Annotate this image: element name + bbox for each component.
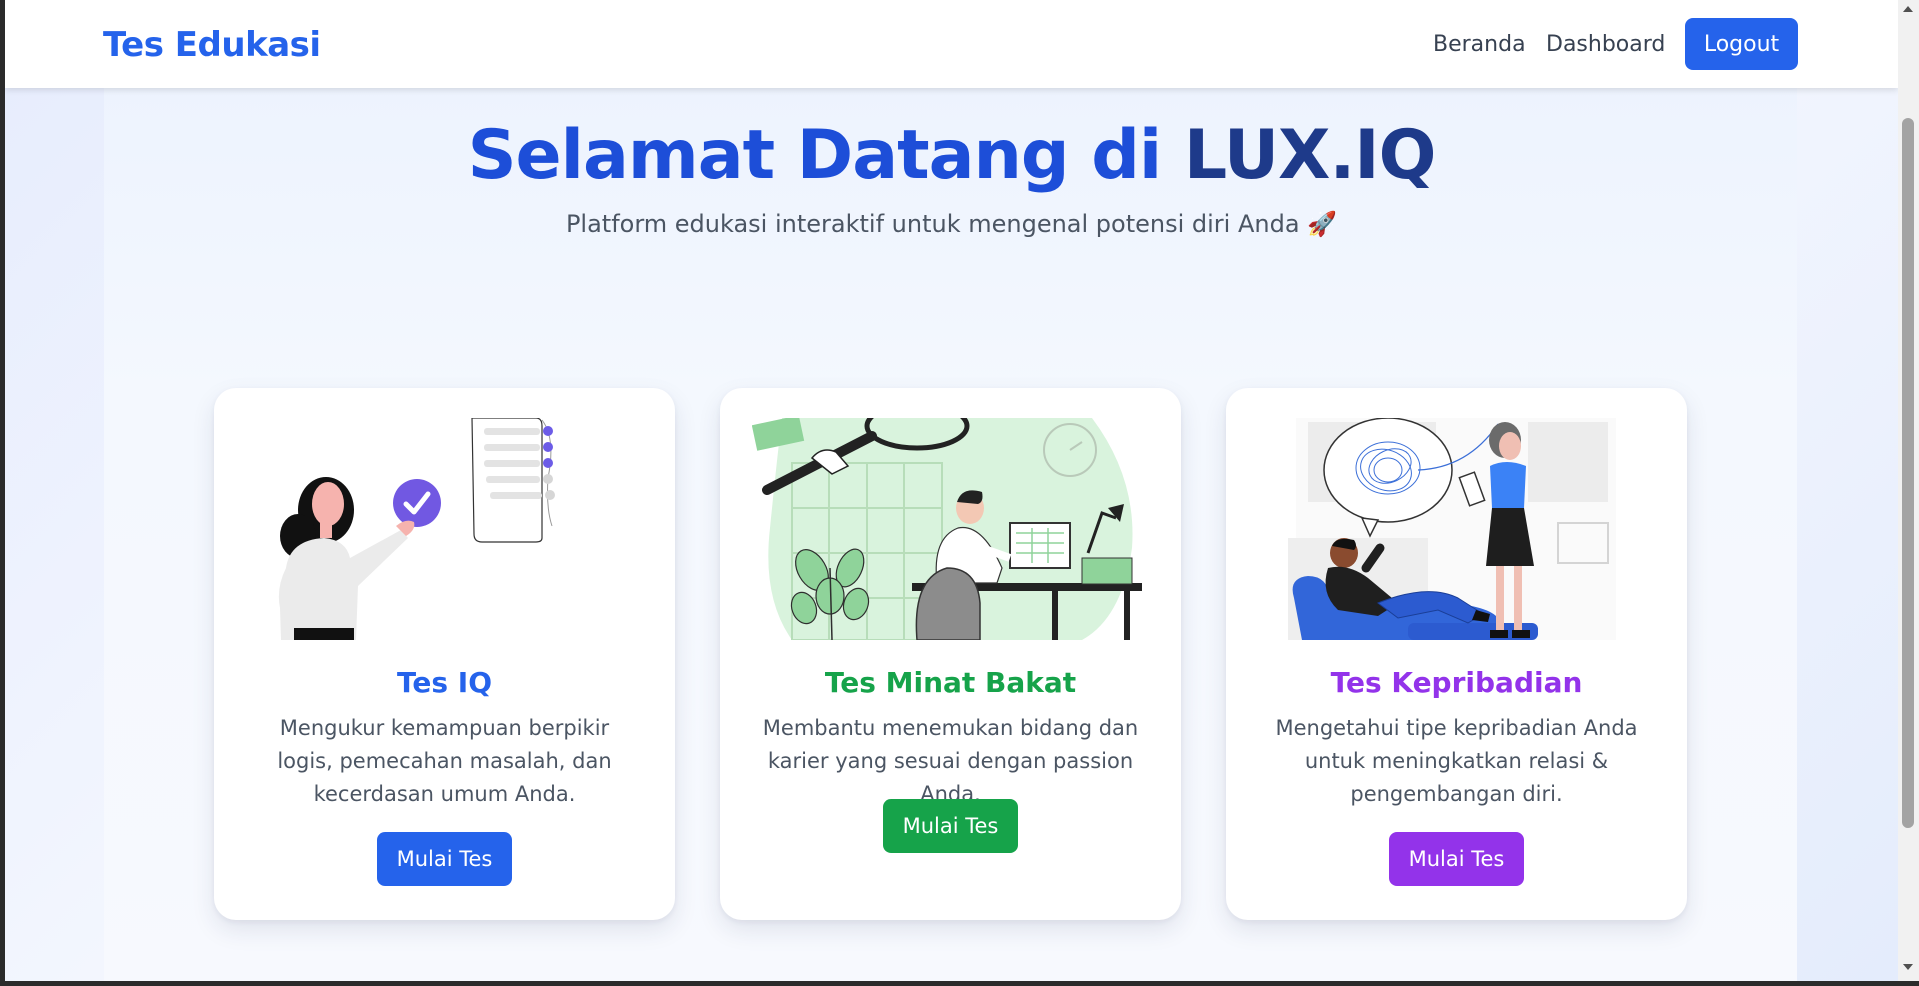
nav-link-beranda[interactable]: Beranda (1433, 32, 1526, 57)
personality-illustration (1288, 418, 1616, 640)
top-navbar: Tes Edukasi Beranda Dashboard Logout (5, 0, 1898, 88)
window-bottom-edge (0, 981, 1919, 986)
scroll-up-arrow-icon[interactable] (1903, 6, 1913, 12)
card-title-minat-bakat: Tes Minat Bakat (824, 666, 1077, 699)
card-desc-minat-bakat: Membantu menemukan bidang dan karier yan… (762, 716, 1139, 806)
iq-illustration (278, 418, 555, 640)
card-title-kepribadian: Tes Kepribadian (1330, 666, 1583, 699)
start-kepribadian-test-button[interactable]: Mulai Tes (1389, 832, 1524, 886)
hero-title-brand: LUX.IQ (1183, 116, 1436, 195)
page-viewport: Tes Edukasi Beranda Dashboard Logout Sel… (5, 0, 1898, 981)
scroll-down-arrow-icon[interactable] (1903, 964, 1913, 970)
card-tes-minat-bakat: Tes Minat Bakat Membantu menemukan bidan… (720, 388, 1181, 920)
hero-subtitle: Platform edukasi interaktif untuk mengen… (565, 210, 1338, 238)
start-iq-test-button[interactable]: Mulai Tes (377, 832, 512, 886)
brand-logo[interactable]: Tes Edukasi (103, 25, 321, 65)
career-illustration (752, 418, 1142, 640)
hero-title: Selamat Datang di LUX.IQ (5, 116, 1898, 195)
card-tes-iq: Tes IQ Mengukur kemampuan berpikir logis… (214, 388, 675, 920)
start-minat-bakat-test-button[interactable]: Mulai Tes (883, 799, 1018, 853)
nav-link-dashboard[interactable]: Dashboard (1546, 32, 1665, 57)
scrollbar-thumb[interactable] (1902, 118, 1914, 828)
card-tes-kepribadian: Tes Kepribadian Mengetahui tipe kepribad… (1226, 388, 1687, 920)
card-title-iq: Tes IQ (396, 666, 492, 699)
vertical-scrollbar[interactable] (1898, 0, 1919, 981)
card-desc-kepribadian: Mengetahui tipe kepribadian Anda untuk m… (1275, 716, 1638, 806)
card-desc-iq: Mengukur kemampuan berpikir logis, pemec… (277, 716, 612, 806)
hero-title-prefix: Selamat Datang di (467, 116, 1184, 195)
logout-button[interactable]: Logout (1685, 18, 1798, 70)
